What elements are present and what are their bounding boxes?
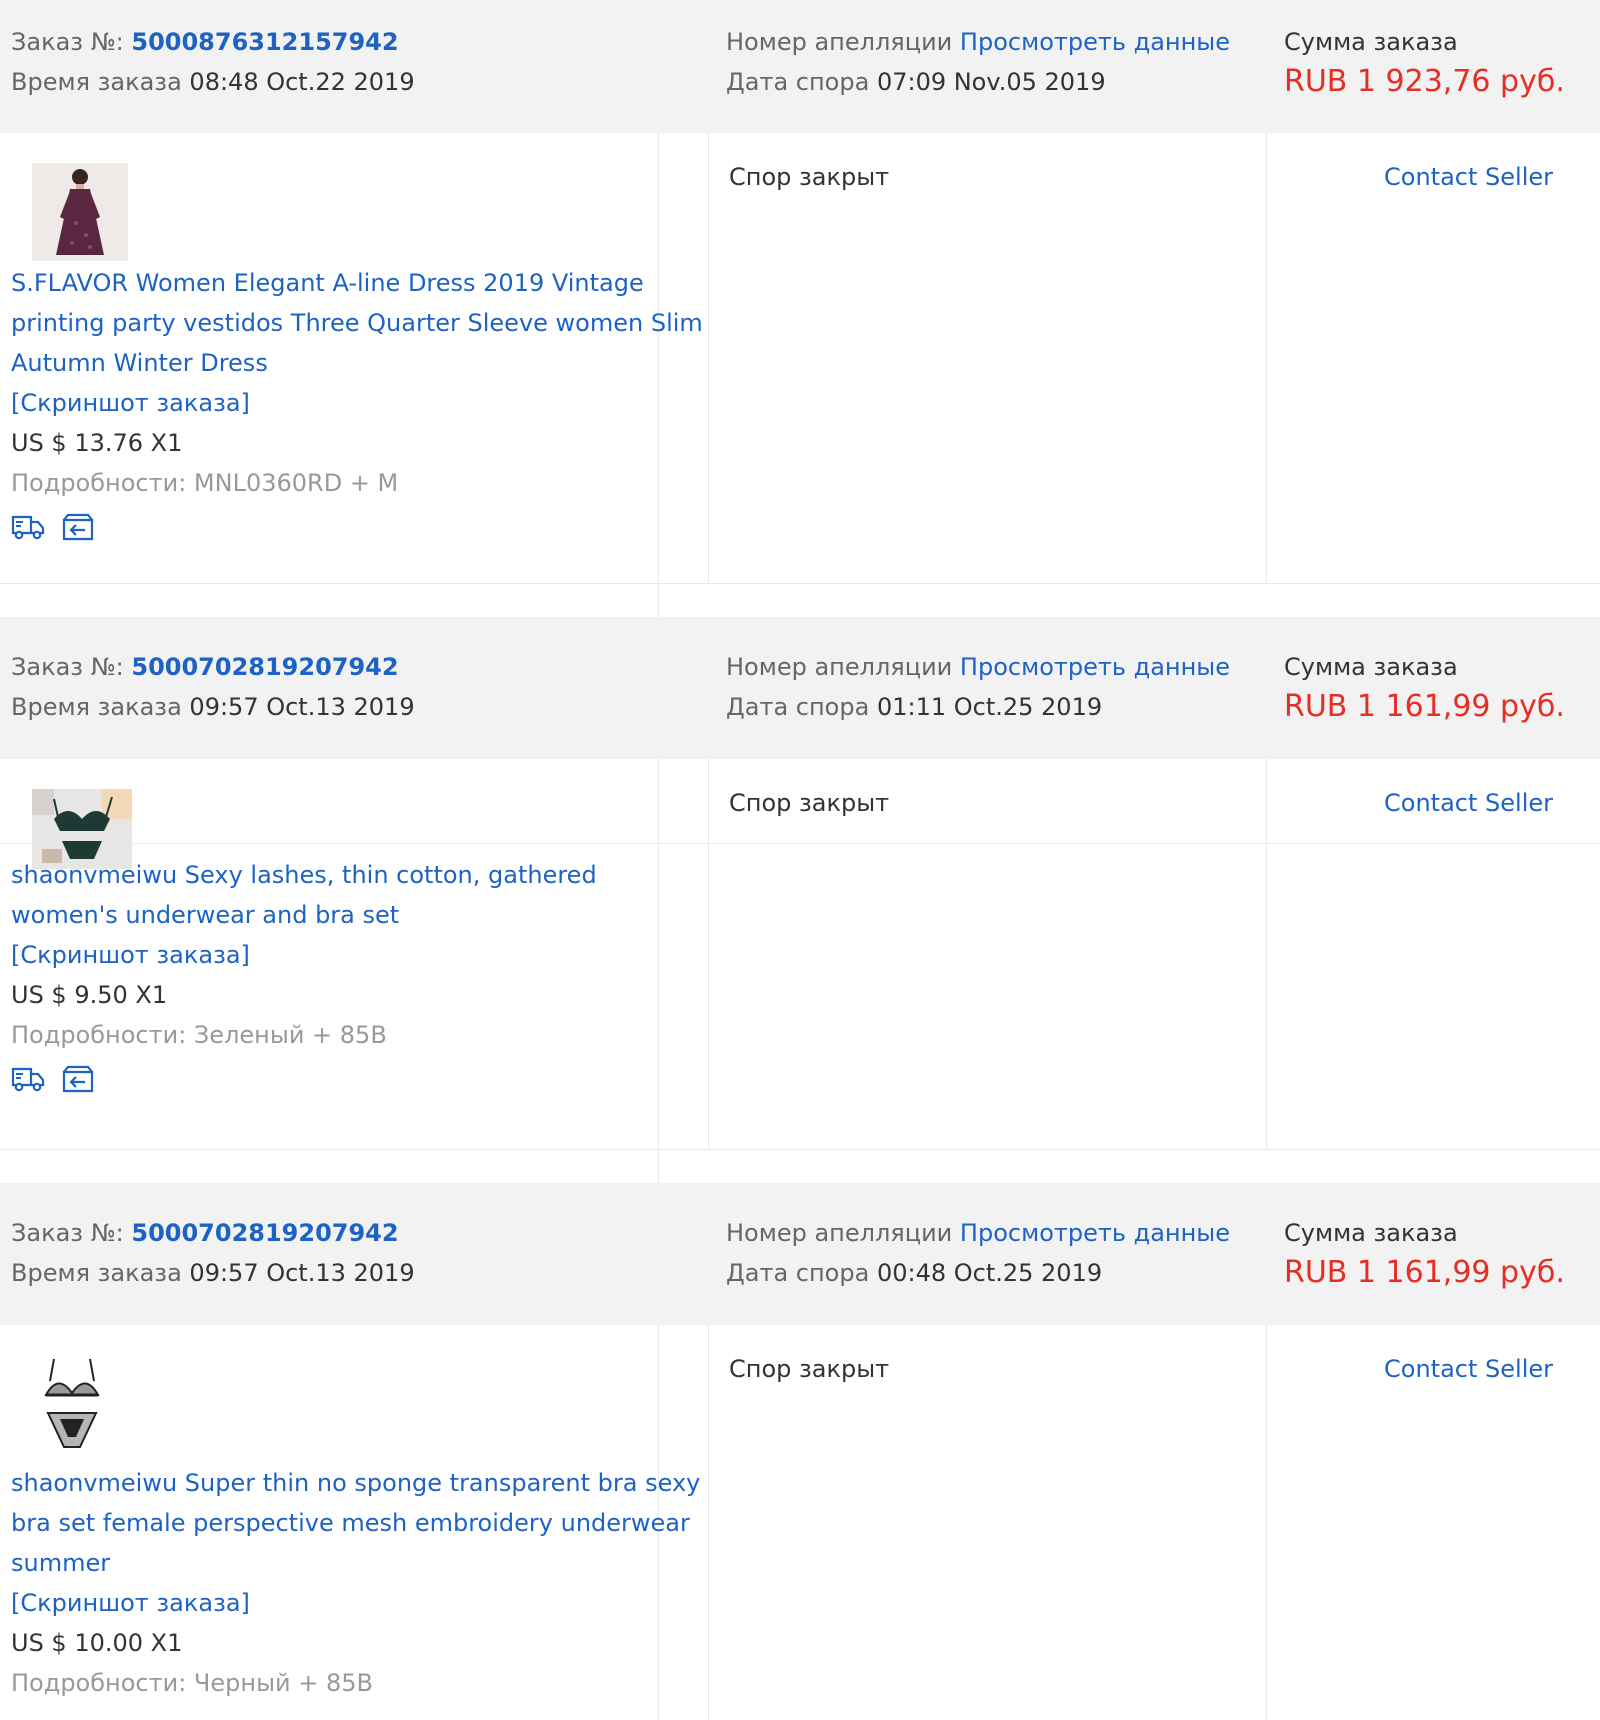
appeal-info: Номер апелляции Просмотреть данные Дата …	[726, 647, 1230, 727]
order-time-label: Время заказа	[11, 693, 182, 721]
dispute-status: Спор закрыт	[729, 789, 890, 817]
product-price: US $ 9.50 X1	[11, 981, 168, 1009]
contact-seller-link[interactable]: Contact Seller	[1384, 163, 1553, 191]
dress-photo-icon	[32, 163, 128, 261]
product-price: US $ 13.76 X1	[11, 429, 183, 457]
product-title-link[interactable]: shaonvmeiwu Super thin no sponge transpa…	[11, 1463, 711, 1583]
order-sum-label: Сумма заказа	[1284, 1219, 1458, 1247]
order-header: Заказ №: 5000876312157942 Время заказа 0…	[0, 0, 1600, 133]
order-info: Заказ №: 5000702819207942 Время заказа 0…	[11, 1213, 415, 1293]
order-time-value: 09:57 Oct.13 2019	[189, 1259, 415, 1287]
row-divider	[0, 583, 1600, 584]
order-snapshot-link[interactable]: [Скриншот заказа]	[11, 1583, 711, 1623]
dispute-date-label: Дата спора	[726, 693, 870, 721]
column-divider	[1266, 1325, 1267, 1720]
order-card: Заказ №: 5000702819207942 Время заказа 0…	[0, 617, 1600, 1183]
order-sum: Сумма заказа RUB 1 923,76 руб.	[1284, 22, 1565, 102]
contact-seller-link[interactable]: Contact Seller	[1384, 1355, 1553, 1383]
shipping-truck-icon[interactable]	[11, 1064, 45, 1094]
row-divider	[0, 843, 1600, 844]
order-body: S.FLAVOR Women Elegant A-line Dress 2019…	[0, 133, 1600, 617]
dispute-status: Спор закрыт	[729, 163, 890, 191]
product-info: shaonvmeiwu Sexy lashes, thin cotton, ga…	[11, 855, 711, 1097]
order-body: shaonvmeiwu Sexy lashes, thin cotton, ga…	[0, 759, 1600, 1183]
dispute-date-value: 00:48 Oct.25 2019	[876, 1259, 1103, 1287]
order-number-link[interactable]: 5000702819207942	[131, 653, 398, 681]
contact-seller-link[interactable]: Contact Seller	[1384, 789, 1553, 817]
order-sum: Сумма заказа RUB 1 161,99 руб.	[1284, 1213, 1565, 1293]
order-card: Заказ №: 5000702819207942 Время заказа 0…	[0, 1183, 1600, 1720]
order-amount: RUB 1 161,99 руб.	[1284, 689, 1565, 724]
dispute-date-value: 07:09 Nov.05 2019	[876, 68, 1106, 96]
view-data-link[interactable]: Просмотреть данные	[960, 653, 1230, 681]
product-thumbnail[interactable]	[32, 1355, 112, 1455]
details-value: MNL0360RD + M	[193, 469, 399, 497]
order-time-value: 09:57 Oct.13 2019	[189, 693, 415, 721]
dispute-date-label: Дата спора	[726, 68, 870, 96]
order-number-label: Заказ №:	[11, 1219, 124, 1247]
shipping-truck-icon[interactable]	[11, 512, 45, 542]
order-amount: RUB 1 161,99 руб.	[1284, 1255, 1565, 1290]
order-info: Заказ №: 5000876312157942 Время заказа 0…	[11, 22, 415, 102]
order-sum: Сумма заказа RUB 1 161,99 руб.	[1284, 647, 1565, 727]
appeal-info: Номер апелляции Просмотреть данные Дата …	[726, 1213, 1230, 1293]
product-info: shaonvmeiwu Super thin no sponge transpa…	[11, 1463, 711, 1703]
mesh-bra-set-photo-icon	[32, 1355, 112, 1455]
view-data-link[interactable]: Просмотреть данные	[960, 28, 1230, 56]
order-header: Заказ №: 5000702819207942 Время заказа 0…	[0, 1183, 1600, 1325]
dispute-date-label: Дата спора	[726, 1259, 870, 1287]
details-label: Подробности:	[11, 1669, 187, 1697]
order-info: Заказ №: 5000702819207942 Время заказа 0…	[11, 647, 415, 727]
product-title-link[interactable]: shaonvmeiwu Sexy lashes, thin cotton, ga…	[11, 855, 711, 935]
column-divider	[1266, 759, 1267, 1149]
product-title-link[interactable]: S.FLAVOR Women Elegant A-line Dress 2019…	[11, 263, 711, 383]
view-data-link[interactable]: Просмотреть данные	[960, 1219, 1230, 1247]
dispute-status: Спор закрыт	[729, 1355, 890, 1383]
appeal-number-label: Номер апелляции	[726, 653, 953, 681]
product-price: US $ 10.00 X1	[11, 1629, 183, 1657]
order-number-link[interactable]: 5000876312157942	[131, 28, 398, 56]
column-divider	[1266, 133, 1267, 583]
product-thumbnail[interactable]	[32, 163, 128, 261]
order-snapshot-link[interactable]: [Скриншот заказа]	[11, 935, 711, 975]
appeal-info: Номер апелляции Просмотреть данные Дата …	[726, 22, 1230, 102]
details-label: Подробности:	[11, 1021, 187, 1049]
action-icons	[11, 1061, 711, 1097]
details-value: Зеленый + 85B	[193, 1021, 387, 1049]
appeal-number-label: Номер апелляции	[726, 1219, 953, 1247]
order-amount: RUB 1 923,76 руб.	[1284, 64, 1565, 99]
order-number-label: Заказ №:	[11, 653, 124, 681]
appeal-number-label: Номер апелляции	[726, 28, 953, 56]
order-header: Заказ №: 5000702819207942 Время заказа 0…	[0, 617, 1600, 759]
order-number-label: Заказ №:	[11, 28, 124, 56]
return-box-icon[interactable]	[61, 512, 95, 542]
order-time-value: 08:48 Oct.22 2019	[189, 68, 415, 96]
order-body: shaonvmeiwu Super thin no sponge transpa…	[0, 1325, 1600, 1720]
row-divider	[0, 1149, 1600, 1150]
return-box-icon[interactable]	[61, 1064, 95, 1094]
disputes-list: Заказ №: 5000876312157942 Время заказа 0…	[0, 0, 1600, 1720]
dispute-date-value: 01:11 Oct.25 2019	[876, 693, 1103, 721]
details-value: Черный + 85B	[193, 1669, 373, 1697]
details-label: Подробности:	[11, 469, 187, 497]
order-time-label: Время заказа	[11, 68, 182, 96]
action-icons	[11, 509, 711, 545]
order-sum-label: Сумма заказа	[1284, 28, 1458, 56]
order-card: Заказ №: 5000876312157942 Время заказа 0…	[0, 0, 1600, 617]
order-number-link[interactable]: 5000702819207942	[131, 1219, 398, 1247]
product-info: S.FLAVOR Women Elegant A-line Dress 2019…	[11, 263, 711, 545]
order-time-label: Время заказа	[11, 1259, 182, 1287]
order-snapshot-link[interactable]: [Скриншот заказа]	[11, 383, 711, 423]
order-sum-label: Сумма заказа	[1284, 653, 1458, 681]
